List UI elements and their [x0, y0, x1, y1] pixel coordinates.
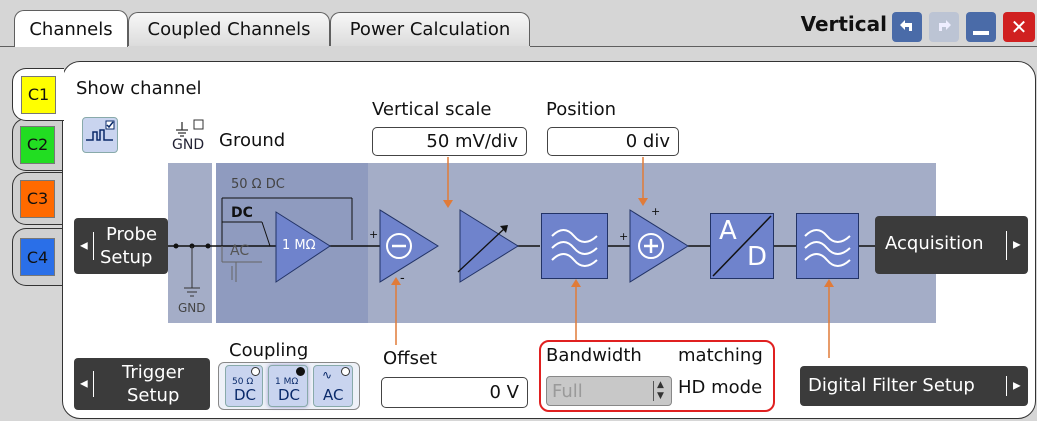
label-ac: AC [230, 243, 250, 259]
coupling-option-bottom: AC [323, 386, 344, 404]
label-dc: DC [231, 205, 253, 221]
adc-block: A D [710, 213, 774, 279]
bandwidth-filter-block [541, 213, 608, 279]
bandwidth-value: Full [552, 381, 583, 402]
offset-label: Offset [383, 348, 438, 369]
bandwidth-label: Bandwidth [546, 345, 642, 366]
bandwidth-select[interactable]: Full ▲ ▼ [546, 376, 672, 406]
acquisition-label: Acquisition [885, 233, 984, 254]
left-arrow-icon: ◀ [80, 378, 88, 390]
coupling-option-bottom: DC [278, 386, 301, 404]
channel-tab-c1[interactable]: C1 [12, 68, 64, 121]
radio-indicator-icon [251, 367, 260, 376]
coupling-1mohm-dc[interactable]: 1 MΩ DC [268, 365, 308, 407]
label-gnd-diagram: GND [178, 301, 206, 315]
coupling-label: Coupling [229, 340, 309, 361]
digital-filter-setup-button[interactable]: Digital Filter Setup ▶ [800, 366, 1028, 406]
coupling-ac[interactable]: ∿ AC [313, 365, 353, 407]
probe-setup-label-1: Probe [106, 224, 158, 245]
bandwidth-matching-label: matching [678, 345, 763, 366]
acquisition-button[interactable]: Acquisition ▶ [875, 216, 1028, 274]
label-50ohm-dc: 50 Ω DC [231, 177, 285, 192]
ac-wave-icon: ∿ [322, 368, 333, 382]
label-plus-adder-top: + [651, 205, 661, 218]
trigger-setup-button[interactable]: ◀ Trigger Setup [74, 358, 210, 410]
trigger-setup-label-2: Setup [127, 385, 180, 406]
adc-label-a: A [719, 216, 737, 246]
adc-label-d: D [747, 242, 768, 272]
radio-selected-icon [296, 367, 305, 376]
coupling-option-bottom: DC [234, 386, 257, 404]
label-plus-adder-left: + [619, 230, 629, 243]
label-plus-offset: + [369, 228, 379, 241]
filter-wave-icon [551, 229, 598, 267]
label-1mohm: 1 MΩ [282, 238, 316, 253]
tab-channels[interactable]: Channels [14, 10, 128, 47]
radio-indicator-icon [341, 367, 350, 376]
right-arrow-icon: ▶ [1013, 380, 1021, 392]
probe-setup-label-2: Setup [100, 247, 153, 268]
probe-setup-button[interactable]: ◀ Probe Setup [74, 218, 168, 274]
digital-filter-setup-label: Digital Filter Setup [808, 375, 975, 396]
digital-filter-wave-icon [804, 229, 851, 267]
coupling-50ohm-dc[interactable]: 50 Ω DC [225, 365, 263, 407]
hd-mode-label: HD mode [678, 377, 763, 398]
channel-label-c1: C1 [21, 75, 56, 114]
label-minus-offset: - [400, 271, 405, 286]
trigger-setup-label-1: Trigger [122, 362, 185, 383]
offset-input[interactable]: 0 V [381, 377, 528, 408]
digital-filter-block [796, 213, 859, 279]
spinner-arrows-icon: ▲ ▼ [657, 380, 664, 401]
left-arrow-icon: ◀ [80, 240, 88, 252]
right-arrow-icon: ▶ [1013, 239, 1021, 251]
